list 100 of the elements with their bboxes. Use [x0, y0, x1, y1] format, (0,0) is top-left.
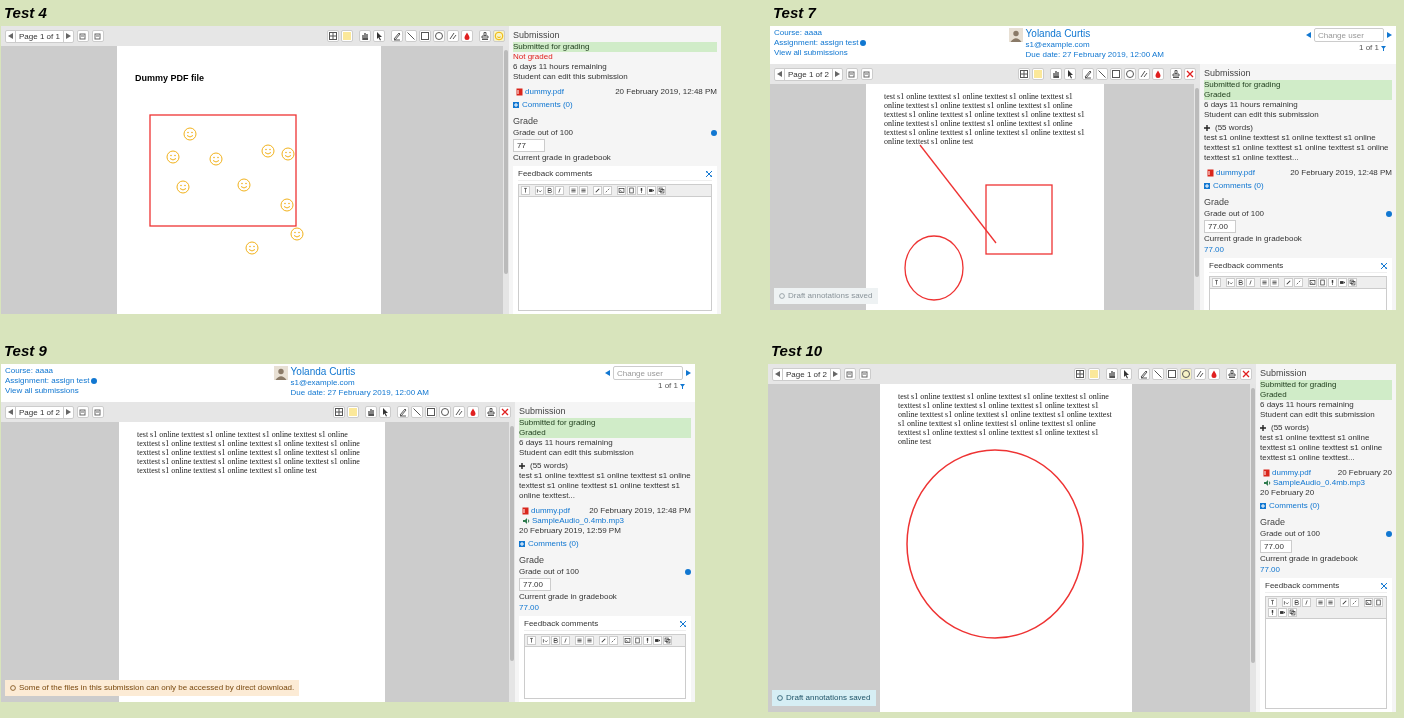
bold-button[interactable] [545, 186, 554, 195]
file-link[interactable]: dummy.pdf [1272, 468, 1311, 478]
drop-tool-button[interactable] [467, 406, 479, 418]
circle-tool-button[interactable] [1124, 68, 1136, 80]
marker-tool-button[interactable] [1138, 68, 1150, 80]
image-button[interactable] [1364, 598, 1373, 607]
expand-button[interactable] [845, 68, 858, 80]
bold-button[interactable] [1292, 598, 1301, 607]
camera-button[interactable] [653, 636, 662, 645]
grid-tool-button[interactable] [1018, 68, 1030, 80]
course-link[interactable]: Course: aaaa [5, 366, 98, 376]
gradebook-grade-link[interactable]: 77.00 [519, 603, 691, 613]
stamp-tool-button[interactable] [1226, 368, 1238, 380]
drop-tool-button[interactable] [461, 30, 473, 42]
stamp-tool-button[interactable] [479, 30, 491, 42]
comments-link[interactable]: Comments (0) [1269, 501, 1320, 511]
rotate-button[interactable] [91, 406, 104, 418]
scrollbar-thumb[interactable] [510, 426, 514, 661]
scrollbar-thumb[interactable] [1195, 88, 1199, 277]
document-button[interactable] [627, 186, 636, 195]
document-button[interactable] [1374, 598, 1383, 607]
close-tool-button[interactable] [1240, 368, 1252, 380]
assignment-link[interactable]: Assignment: assign test [5, 376, 90, 386]
scrollbar-thumb[interactable] [1251, 388, 1255, 664]
paragraph-button[interactable] [1268, 598, 1277, 607]
user-name-link[interactable]: Yolanda Curtis [290, 366, 429, 378]
microphone-button[interactable] [643, 636, 652, 645]
file-link[interactable]: dummy.pdf [525, 87, 564, 97]
document-button[interactable] [1318, 278, 1327, 287]
paragraph-button[interactable] [527, 636, 536, 645]
copy-button[interactable] [1348, 278, 1357, 287]
previous-page-button[interactable] [6, 30, 15, 42]
drop-tool-button[interactable] [1152, 68, 1164, 80]
drop-tool-button[interactable] [1208, 368, 1220, 380]
file-link[interactable]: dummy.pdf [531, 506, 570, 516]
pen-tool-button[interactable] [1138, 368, 1150, 380]
change-user-field[interactable]: Change user [613, 366, 683, 380]
next-page-button[interactable] [63, 406, 73, 418]
circle-tool-button[interactable] [433, 30, 445, 42]
hand-tool-button[interactable] [1050, 68, 1062, 80]
gradebook-grade-link[interactable]: 77.00 [1204, 245, 1392, 255]
next-page-button[interactable] [832, 68, 842, 80]
link-button[interactable] [1340, 598, 1349, 607]
next-page-button[interactable] [830, 368, 840, 380]
rectangle-tool-button[interactable] [1110, 68, 1122, 80]
circle-tool-button[interactable] [1180, 368, 1192, 380]
close-tool-button[interactable] [499, 406, 511, 418]
pen-tool-button[interactable] [397, 406, 409, 418]
line-tool-button[interactable] [1152, 368, 1164, 380]
grade-field[interactable]: 77.00 [519, 578, 551, 591]
grade-field[interactable]: 77.00 [1204, 220, 1236, 233]
grade-field[interactable]: 77 [513, 139, 545, 152]
feedback-field[interactable] [1265, 619, 1387, 709]
image-button[interactable] [617, 186, 626, 195]
marker-tool-button[interactable] [1194, 368, 1206, 380]
previous-page-button[interactable] [6, 406, 15, 418]
feedback-field[interactable] [518, 197, 712, 311]
microphone-button[interactable] [1328, 278, 1337, 287]
assignment-link[interactable]: Assignment: assign test [774, 38, 859, 48]
grid-tool-button[interactable] [327, 30, 339, 42]
bold-button[interactable] [551, 636, 560, 645]
cursor-tool-button[interactable] [1120, 368, 1132, 380]
camera-button[interactable] [647, 186, 656, 195]
marker-tool-button[interactable] [447, 30, 459, 42]
close-tool-button[interactable] [1184, 68, 1196, 80]
grid-tool-button[interactable] [333, 406, 345, 418]
user-name-link[interactable]: Yolanda Curtis [1025, 28, 1164, 40]
microphone-button[interactable] [637, 186, 646, 195]
gradebook-grade-link[interactable]: 77.00 [1260, 565, 1392, 575]
copy-button[interactable] [663, 636, 672, 645]
file-link[interactable]: dummy.pdf [1216, 168, 1255, 178]
view-all-link[interactable]: View all submissions [5, 386, 98, 396]
stamp-tool-button[interactable] [485, 406, 497, 418]
comments-link[interactable]: Comments (0) [1213, 181, 1264, 191]
comments-link[interactable]: Comments (0) [522, 100, 573, 110]
view-all-link[interactable]: View all submissions [774, 48, 867, 58]
line-tool-button[interactable] [411, 406, 423, 418]
microphone-button[interactable] [1268, 608, 1277, 617]
image-button[interactable] [623, 636, 632, 645]
expand-button[interactable] [76, 406, 89, 418]
image-button[interactable] [1308, 278, 1317, 287]
change-user-field[interactable]: Change user [1314, 28, 1384, 42]
hand-tool-button[interactable] [365, 406, 377, 418]
marker-tool-button[interactable] [453, 406, 465, 418]
circle-tool-button[interactable] [439, 406, 451, 418]
camera-button[interactable] [1338, 278, 1347, 287]
link-button[interactable] [1284, 278, 1293, 287]
course-link[interactable]: Course: aaaa [774, 28, 867, 38]
link-button[interactable] [599, 636, 608, 645]
rectangle-tool-button[interactable] [425, 406, 437, 418]
rotate-button[interactable] [860, 68, 873, 80]
file-link[interactable]: SampleAudio_0.4mb.mp3 [532, 516, 625, 526]
grid-tool-button[interactable] [1074, 368, 1086, 380]
previous-page-button[interactable] [773, 368, 782, 380]
rotate-button[interactable] [858, 368, 871, 380]
line-tool-button[interactable] [1096, 68, 1108, 80]
rectangle-tool-button[interactable] [419, 30, 431, 42]
hand-tool-button[interactable] [1106, 368, 1118, 380]
stamp-tool-button[interactable] [1170, 68, 1182, 80]
file-link[interactable]: SampleAudio_0.4mb.mp3 [1273, 478, 1366, 488]
